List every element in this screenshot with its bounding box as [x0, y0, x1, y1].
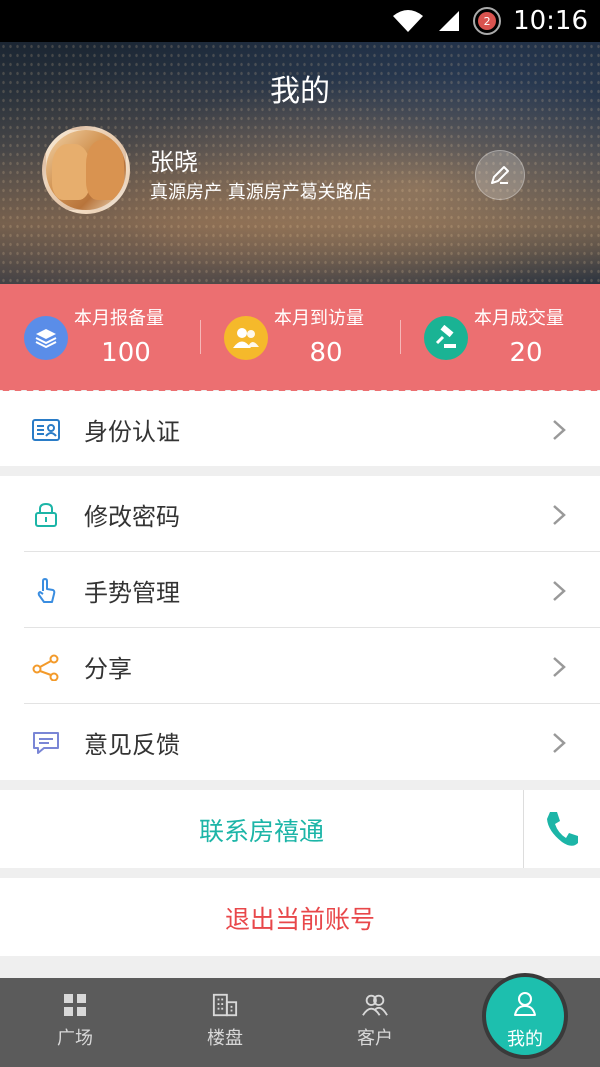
- chevron-right-icon: [553, 581, 566, 601]
- page-title: 我的: [270, 74, 330, 109]
- gavel-icon: [424, 316, 468, 360]
- tab-mine-active[interactable]: 我的: [482, 973, 568, 1059]
- menu-group-identity: 身份认证: [0, 391, 600, 466]
- profile-header: 我的 张晓 真源房产 真源房产葛关路店: [0, 42, 600, 284]
- phone-icon: [547, 812, 578, 846]
- user-organization: 真源房产 真源房产葛关路店: [150, 182, 372, 203]
- tab-label: 广场: [57, 1028, 93, 1049]
- tab-label: 客户: [357, 1028, 393, 1049]
- menu-item-gesture[interactable]: 手势管理: [0, 552, 600, 628]
- tab-label: 我的: [507, 1029, 543, 1050]
- menu-group-settings: 修改密码 手势管理 分享 意见反馈: [0, 476, 600, 780]
- stat-value: 20: [509, 338, 543, 368]
- notification-count: 2: [478, 12, 497, 30]
- chevron-right-icon: [553, 657, 566, 677]
- status-bar: 2 10:16: [0, 0, 600, 42]
- stat-value: 100: [101, 338, 151, 368]
- tab-square[interactable]: 广场: [0, 978, 150, 1067]
- customers-icon: [362, 994, 388, 1016]
- avatar[interactable]: [42, 126, 130, 214]
- menu-item-label: 意见反馈: [84, 730, 180, 759]
- building-icon: [212, 993, 238, 1017]
- menu-item-share[interactable]: 分享: [0, 628, 600, 704]
- stat-value: 80: [309, 338, 343, 368]
- monthly-stats: 本月报备量 100 本月到访量 80 本月成交量 20: [0, 284, 600, 396]
- edit-profile-button[interactable]: [475, 150, 525, 200]
- menu-item-feedback[interactable]: 意见反馈: [0, 704, 600, 780]
- lock-icon: [32, 502, 60, 528]
- menu-item-label: 分享: [84, 654, 132, 683]
- feedback-icon: [32, 730, 60, 756]
- stat-reports[interactable]: 本月报备量 100: [0, 284, 200, 390]
- layers-icon: [24, 316, 68, 360]
- user-name: 张晓: [150, 148, 198, 176]
- stat-deals[interactable]: 本月成交量 20: [400, 284, 600, 390]
- grid-icon: [64, 994, 86, 1016]
- tab-label: 楼盘: [207, 1028, 243, 1049]
- tab-customers[interactable]: 客户: [300, 978, 450, 1067]
- status-time: 10:16: [513, 6, 588, 36]
- users-icon: [224, 316, 268, 360]
- logout-button[interactable]: 退出当前账号: [0, 878, 600, 956]
- menu-item-label: 手势管理: [84, 578, 180, 607]
- share-icon: [32, 654, 60, 681]
- signal-icon: [439, 11, 460, 31]
- menu-item-label: 修改密码: [84, 502, 180, 531]
- stat-label: 本月报备量: [74, 308, 164, 329]
- chevron-right-icon: [553, 505, 566, 525]
- menu-item-identity[interactable]: 身份认证: [0, 391, 600, 467]
- person-icon: [514, 992, 536, 1016]
- chevron-right-icon: [553, 733, 566, 753]
- contact-row: 联系房禧通: [0, 790, 600, 868]
- stat-visits[interactable]: 本月到访量 80: [200, 284, 400, 390]
- stat-label: 本月到访量: [274, 308, 364, 329]
- menu-item-change-password[interactable]: 修改密码: [0, 476, 600, 552]
- id-card-icon: [32, 417, 60, 443]
- notification-icon: 2: [473, 7, 502, 35]
- gesture-icon: [32, 578, 60, 604]
- contact-button[interactable]: 联系房禧通: [0, 812, 523, 848]
- stat-label: 本月成交量: [474, 308, 564, 329]
- phone-call-button[interactable]: [523, 790, 600, 868]
- menu-item-label: 身份认证: [84, 417, 180, 446]
- tab-buildings[interactable]: 楼盘: [150, 978, 300, 1067]
- pencil-icon: [491, 166, 509, 184]
- wifi-icon: [393, 10, 424, 32]
- chevron-right-icon: [553, 420, 566, 440]
